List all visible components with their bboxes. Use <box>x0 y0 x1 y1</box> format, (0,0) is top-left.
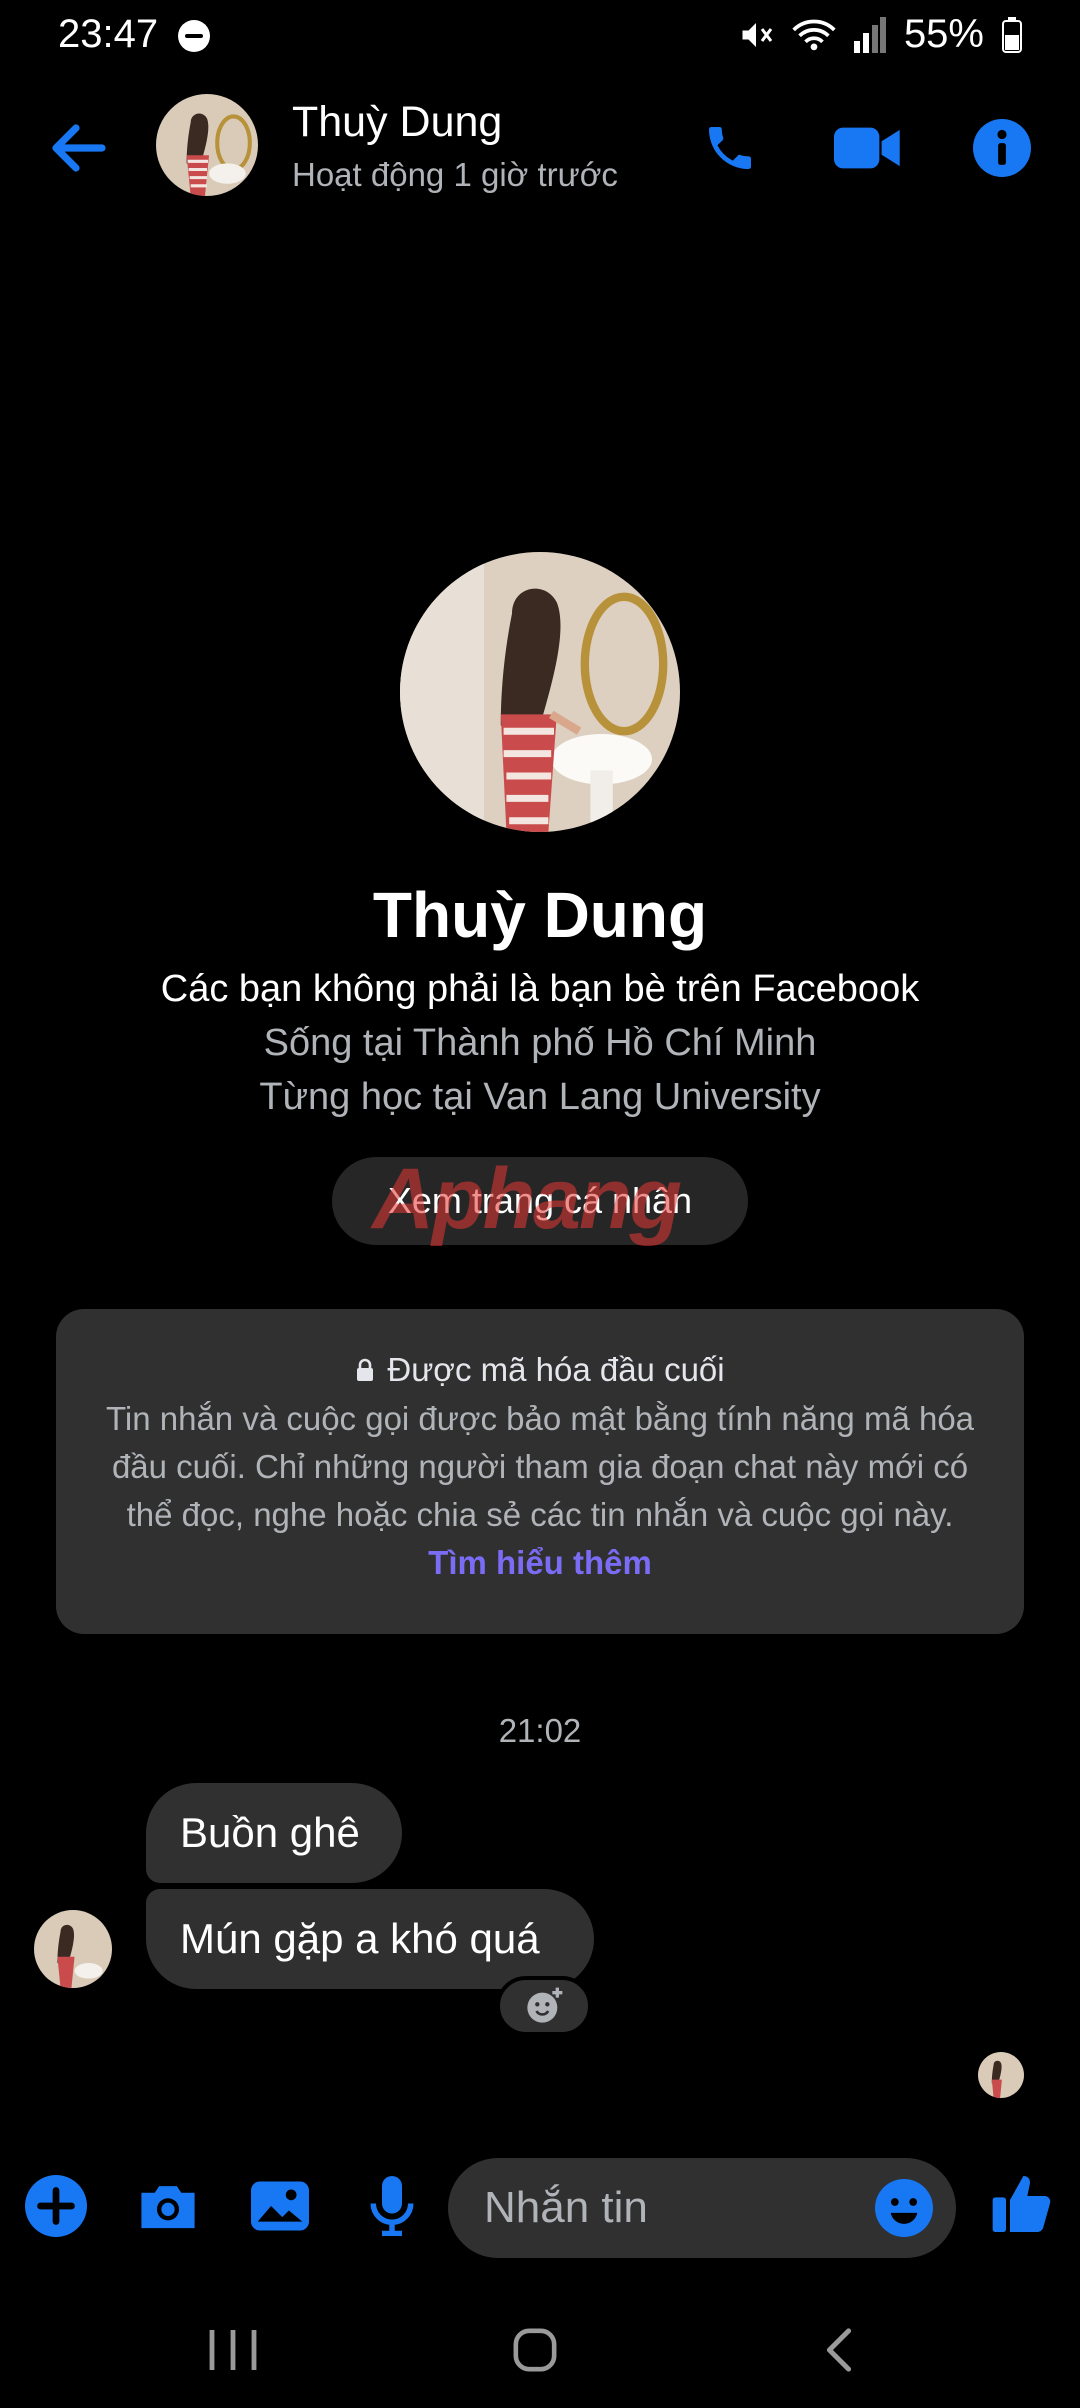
voice-message-button[interactable] <box>358 2172 426 2240</box>
contact-name[interactable]: Thuỳ Dung <box>292 98 502 147</box>
home-icon <box>513 2328 557 2372</box>
mute-icon <box>742 22 773 47</box>
emoji-button[interactable] <box>872 2176 936 2240</box>
thumbs-up-button[interactable] <box>980 2162 1064 2246</box>
home-button[interactable] <box>490 2310 580 2390</box>
studied-at: Từng học tại Van Lang University <box>259 1076 821 1118</box>
lives-in: Sống tại Thành phố Hồ Chí Minh <box>263 1022 817 1064</box>
avatar-photo <box>156 94 258 196</box>
plus-icon <box>25 2175 87 2237</box>
profile-avatar[interactable] <box>400 552 680 832</box>
video-call-button[interactable] <box>832 116 904 180</box>
recent-apps-button[interactable] <box>188 2310 278 2390</box>
friend-status: Các bạn không phải là bạn bè trên Facebo… <box>160 968 920 1010</box>
camera-button[interactable] <box>134 2172 202 2240</box>
profile-name: Thuỳ Dung <box>372 879 708 951</box>
recent-apps-icon <box>209 2330 257 2370</box>
battery-percent: 55% <box>903 12 984 56</box>
encryption-title: Được mã hóa đầu cuối <box>387 1351 725 1388</box>
view-profile-button[interactable]: Xem trang cá nhân <box>332 1157 748 1245</box>
thumbs-up-icon <box>992 2176 1051 2232</box>
profile-photo <box>400 552 680 832</box>
seen-indicator-avatar <box>978 2052 1024 2098</box>
learn-more-link[interactable]: Tìm hiểu thêm <box>428 1544 652 1581</box>
battery-icon <box>1002 16 1022 53</box>
back-arrow-icon <box>52 124 106 172</box>
info-icon <box>973 119 1031 177</box>
activity-status: Hoạt động 1 giờ trước <box>292 156 618 193</box>
message-bubble[interactable]: Mún gặp a khó quá <box>146 1889 594 1989</box>
video-camera-icon <box>834 127 900 169</box>
voice-call-button[interactable] <box>698 116 762 180</box>
lock-icon <box>357 1358 374 1381</box>
emoji-icon <box>875 2179 933 2237</box>
message-bubble[interactable]: Buồn ghê <box>146 1783 402 1883</box>
encryption-title-row: Được mã hóa đầu cuối <box>56 1351 1024 1389</box>
info-button[interactable] <box>970 116 1034 180</box>
seen-photo <box>978 2052 1024 2098</box>
gallery-button[interactable] <box>246 2172 314 2240</box>
add-reaction-icon <box>527 1987 563 2023</box>
camera-icon <box>141 2186 195 2229</box>
back-button[interactable] <box>46 116 110 180</box>
system-back-button[interactable] <box>794 2310 884 2390</box>
composer-bar <box>0 2150 1080 2260</box>
sender-photo <box>34 1910 112 1988</box>
status-time: 23:47 <box>58 12 159 56</box>
header-avatar[interactable] <box>156 94 258 196</box>
status-bar: 23:47 55% <box>0 0 1080 72</box>
signal-icon <box>853 16 886 53</box>
phone-icon <box>709 127 751 169</box>
chevron-left-icon <box>826 2328 852 2372</box>
dnd-icon <box>178 20 210 52</box>
message-timestamp: 21:02 <box>498 1712 582 1749</box>
encryption-notice: Được mã hóa đầu cuối Tin nhắn và cuộc gọ… <box>56 1309 1024 1634</box>
microphone-icon <box>370 2176 414 2236</box>
encryption-body: Tin nhắn và cuộc gọi được bảo mật bằng t… <box>105 1400 975 1533</box>
status-icons: 55% <box>738 12 1022 57</box>
chat-header: Thuỳ Dung Hoạt động 1 giờ trước <box>0 86 1080 206</box>
sender-avatar[interactable] <box>34 1910 112 1988</box>
more-actions-button[interactable] <box>22 2172 90 2240</box>
image-icon <box>251 2181 309 2231</box>
system-navigation-bar <box>0 2290 1080 2408</box>
wifi-icon <box>792 19 836 50</box>
add-reaction-button[interactable] <box>496 1976 592 2036</box>
encryption-body-wrap: Tin nhắn và cuộc gọi được bảo mật bằng t… <box>100 1395 980 1587</box>
